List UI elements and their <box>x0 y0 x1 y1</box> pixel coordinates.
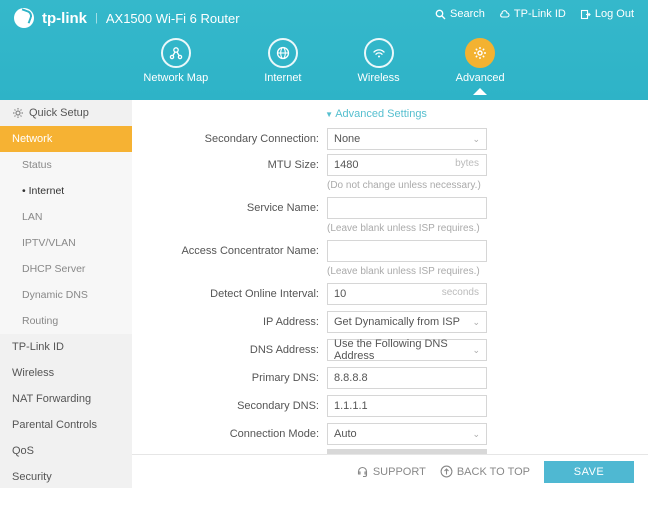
search-icon <box>435 9 446 20</box>
label-pdns: Primary DNS: <box>132 372 327 384</box>
label-detect: Detect Online Interval: <box>132 288 327 300</box>
sidebar-sub-routing[interactable]: Routing <box>0 308 132 334</box>
label-dns: DNS Address: <box>132 344 327 356</box>
sidebar-item-tplinkid[interactable]: TP-Link ID <box>0 334 132 360</box>
input-ac-name[interactable] <box>327 240 487 262</box>
sidebar-sub-dhcp[interactable]: DHCP Server <box>0 256 132 282</box>
label-secondary: Secondary Connection: <box>132 133 327 145</box>
sidebar-sub-internet[interactable]: Internet <box>0 178 132 204</box>
sidebar-item-nat[interactable]: NAT Forwarding <box>0 386 132 412</box>
top-links: Search TP-Link ID Log Out <box>435 8 634 20</box>
tplink-logo-icon <box>14 8 34 28</box>
brand-text: tp-link <box>42 10 87 27</box>
hint-mtu: (Do not change unless necessary.) <box>327 180 620 191</box>
sidebar-item-security[interactable]: Security <box>0 464 132 488</box>
mtu-unit: bytes <box>455 158 479 169</box>
save-button[interactable]: SAVE <box>544 461 634 483</box>
chevron-down-icon: ⌄ <box>472 134 480 145</box>
tab-network-map[interactable]: Network Map <box>143 38 208 94</box>
network-map-icon <box>161 38 191 68</box>
hint-ac: (Leave blank unless ISP requires.) <box>327 266 620 277</box>
tab-advanced[interactable]: Advanced <box>456 38 505 94</box>
globe-icon <box>268 38 298 68</box>
sidebar-item-qos[interactable]: QoS <box>0 438 132 464</box>
sidebar-item-parental[interactable]: Parental Controls <box>0 412 132 438</box>
chevron-down-icon: ⌄ <box>472 345 480 356</box>
support-link[interactable]: SUPPORT <box>356 465 426 478</box>
back-to-top-link[interactable]: BACK TO TOP <box>440 465 530 478</box>
sidebar-sub-status[interactable]: Status <box>0 152 132 178</box>
main: Advanced Settings Secondary Connection:N… <box>132 100 648 488</box>
sidebar-subitems: Status Internet LAN IPTV/VLAN DHCP Serve… <box>0 152 132 334</box>
tab-internet[interactable]: Internet <box>264 38 301 94</box>
chevron-down-icon: ⌄ <box>472 429 480 440</box>
sidebar-sub-iptv[interactable]: IPTV/VLAN <box>0 230 132 256</box>
chevron-down-icon: ⌄ <box>472 317 480 328</box>
input-service-name[interactable] <box>327 197 487 219</box>
logout-icon <box>580 9 591 20</box>
body: Quick Setup Network Status Internet LAN … <box>0 100 648 488</box>
footer: SUPPORT BACK TO TOP SAVE <box>132 454 648 488</box>
headset-icon <box>356 465 369 478</box>
select-ip-address[interactable]: Get Dynamically from ISP⌄ <box>327 311 487 333</box>
gear-icon <box>465 38 495 68</box>
sidebar-item-wireless[interactable]: Wireless <box>0 360 132 386</box>
input-primary-dns[interactable] <box>327 367 487 389</box>
label-mtu: MTU Size: <box>132 159 327 171</box>
divider: | <box>95 12 98 24</box>
cloud-icon <box>499 9 510 20</box>
label-sdns: Secondary DNS: <box>132 400 327 412</box>
header: tp-link | AX1500 Wi-Fi 6 Router Search T… <box>0 0 648 100</box>
gear-small-icon <box>12 107 24 119</box>
hint-service: (Leave blank unless ISP requires.) <box>327 223 620 234</box>
arrow-up-circle-icon <box>440 465 453 478</box>
wifi-icon <box>364 38 394 68</box>
label-service: Service Name: <box>132 202 327 214</box>
sidebar-item-quick-setup[interactable]: Quick Setup <box>0 100 132 126</box>
search-link[interactable]: Search <box>435 8 485 20</box>
label-mode: Connection Mode: <box>132 428 327 440</box>
logout-link[interactable]: Log Out <box>580 8 634 20</box>
advanced-settings-toggle[interactable]: Advanced Settings <box>132 108 620 120</box>
tplinkid-link[interactable]: TP-Link ID <box>499 8 566 20</box>
input-secondary-dns[interactable] <box>327 395 487 417</box>
detect-unit: seconds <box>442 287 479 298</box>
model-text: AX1500 Wi-Fi 6 Router <box>106 11 240 26</box>
main-tabs: Network Map Internet Wireless Advanced <box>0 38 648 94</box>
select-connection-mode[interactable]: Auto⌄ <box>327 423 487 445</box>
label-ac: Access Concentrator Name: <box>132 245 327 257</box>
content: Advanced Settings Secondary Connection:N… <box>132 100 648 454</box>
sidebar-sub-lan[interactable]: LAN <box>0 204 132 230</box>
tab-wireless[interactable]: Wireless <box>358 38 400 94</box>
sidebar-item-network[interactable]: Network <box>0 126 132 152</box>
select-secondary-connection[interactable]: None⌄ <box>327 128 487 150</box>
sidebar: Quick Setup Network Status Internet LAN … <box>0 100 132 488</box>
sidebar-sub-ddns[interactable]: Dynamic DNS <box>0 282 132 308</box>
label-ip: IP Address: <box>132 316 327 328</box>
select-dns-address[interactable]: Use the Following DNS Address⌄ <box>327 339 487 361</box>
